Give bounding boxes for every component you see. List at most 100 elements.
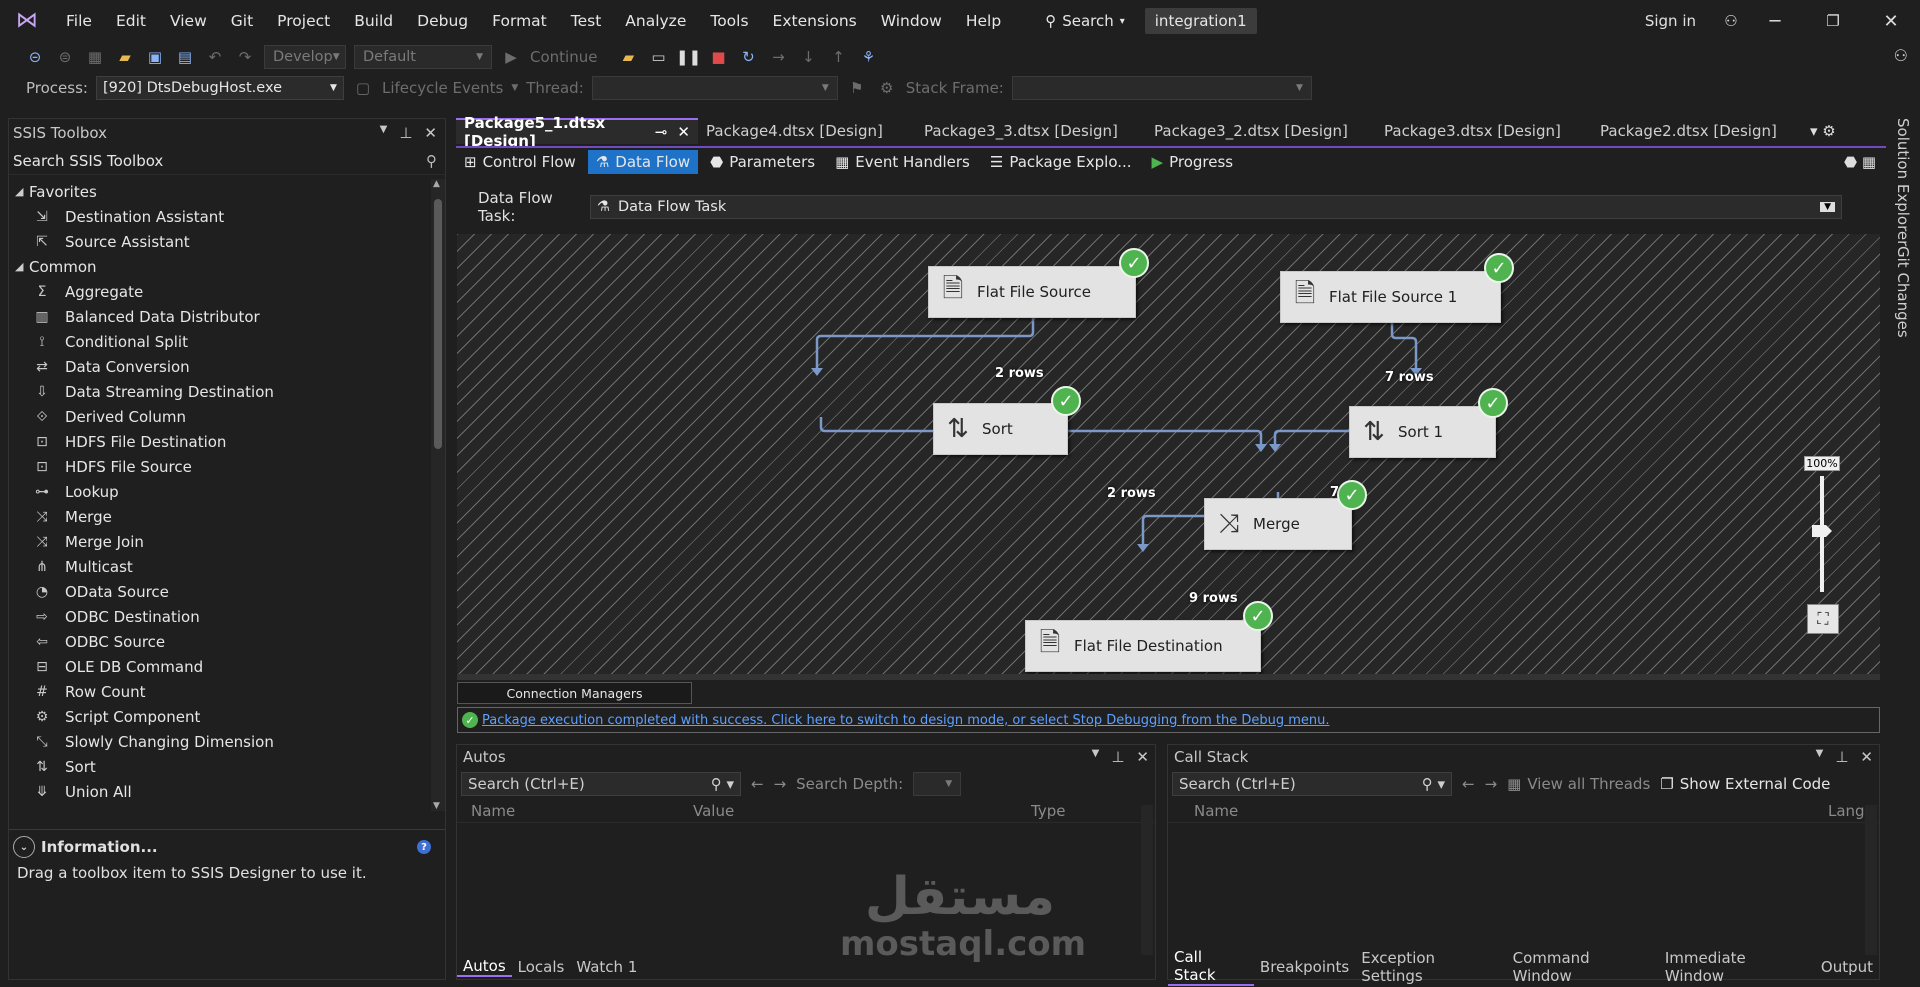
toolbox-item-lookup[interactable]: ⊶ Lookup bbox=[9, 479, 429, 504]
tab-solution-explorer[interactable]: Solution Explorer bbox=[1894, 118, 1912, 246]
zoom-to-fit-icon[interactable]: ⛶ bbox=[1807, 604, 1839, 634]
menu-tools[interactable]: Tools bbox=[698, 12, 760, 30]
search-back-icon[interactable]: ← bbox=[1462, 775, 1475, 793]
pin-icon[interactable]: ⊥ bbox=[1835, 748, 1848, 766]
thread-combo[interactable]: ▼ bbox=[591, 76, 838, 100]
search-forward-icon[interactable]: → bbox=[774, 775, 787, 793]
column-value[interactable]: Value bbox=[687, 802, 1025, 820]
row-count-merge-ffd[interactable]: 9 rows bbox=[1189, 591, 1238, 606]
forward-icon[interactable]: ⊜ bbox=[54, 46, 76, 68]
tab-command-window[interactable]: Command Window bbox=[1507, 949, 1659, 985]
row-count-ffs-sort[interactable]: 2 rows bbox=[995, 366, 1044, 381]
pin-icon[interactable]: ⊸ bbox=[655, 123, 668, 141]
tab-control-flow[interactable]: ⊞ Control Flow bbox=[456, 150, 584, 174]
toolbox-item-data-streaming-destination[interactable]: ⇩ Data Streaming Destination bbox=[9, 379, 429, 404]
tab-breakpoints[interactable]: Breakpoints bbox=[1254, 958, 1355, 976]
column-name[interactable]: Name bbox=[457, 802, 687, 820]
connection-managers-tab[interactable]: Connection Managers bbox=[457, 682, 692, 704]
menu-edit[interactable]: Edit bbox=[104, 12, 158, 30]
toolbox-item-aggregate[interactable]: Σ Aggregate bbox=[9, 279, 429, 304]
process-combo[interactable]: [920] DtsDebugHost.exe ▼ bbox=[95, 76, 344, 100]
close-icon[interactable]: ✕ bbox=[1136, 748, 1149, 766]
toolbox-item-odbc-destination[interactable]: ⇨ ODBC Destination bbox=[9, 604, 429, 629]
redo-icon[interactable]: ↷ bbox=[234, 46, 256, 68]
flag-icon[interactable]: ⚑ bbox=[846, 77, 868, 99]
toolbox-item-source-assistant[interactable]: ⇱ Source Assistant bbox=[9, 229, 429, 254]
row-count-sort1-merge[interactable]: 7 bbox=[1330, 485, 1339, 500]
menu-help[interactable]: Help bbox=[954, 12, 1013, 30]
tab-output[interactable]: Output bbox=[1815, 958, 1879, 976]
column-lang[interactable]: Lang bbox=[1828, 802, 1865, 820]
open-icon[interactable]: ▰ bbox=[114, 46, 136, 68]
tab-immediate-window[interactable]: Immediate Window bbox=[1659, 949, 1815, 985]
menu-file[interactable]: File bbox=[54, 12, 104, 30]
node-flat-file-source[interactable]: 🗎 Flat File Source bbox=[928, 266, 1136, 318]
step-into-icon[interactable]: → bbox=[767, 46, 789, 68]
node-flat-file-destination[interactable]: 🗎 Flat File Destination bbox=[1025, 620, 1261, 672]
continue-icon[interactable]: ▶ bbox=[500, 46, 522, 68]
call-stack-scrollbar[interactable] bbox=[1865, 805, 1877, 955]
toolbox-item-sort[interactable]: ⇅ Sort bbox=[9, 754, 429, 779]
node-sort[interactable]: ⇅ Sort bbox=[933, 403, 1068, 455]
node-merge[interactable]: ⤨ Merge bbox=[1204, 498, 1352, 550]
tab-package3[interactable]: Package3.dtsx [Design] bbox=[1376, 118, 1592, 144]
view-all-threads-button[interactable]: ▦ View all Threads bbox=[1507, 775, 1650, 793]
dropdown-icon[interactable]: ▼ bbox=[380, 124, 388, 142]
node-sort-1[interactable]: ⇅ Sort 1 bbox=[1349, 406, 1496, 458]
undo-icon[interactable]: ↶ bbox=[204, 46, 226, 68]
search-forward-icon[interactable]: → bbox=[1485, 775, 1498, 793]
zoom-slider-thumb[interactable] bbox=[1812, 525, 1832, 537]
toolbox-search[interactable]: Search SSIS Toolbox ⚲ bbox=[9, 147, 445, 175]
pin-icon[interactable]: ⊥ bbox=[1111, 748, 1124, 766]
restore-icon[interactable]: ❐ bbox=[1804, 12, 1862, 30]
close-icon[interactable]: ✕ bbox=[677, 123, 690, 141]
variables-icon[interactable]: ⬣ ▦ bbox=[1844, 153, 1876, 171]
account-icon[interactable]: ⚇ bbox=[1716, 12, 1746, 30]
tab-package5-1[interactable]: Package5_1.dtsx [Design] ⊸ ✕ bbox=[456, 114, 698, 150]
lifecycle-events-button[interactable]: Lifecycle Events bbox=[382, 79, 503, 97]
toolbox-item-derived-column[interactable]: ⟐ Derived Column bbox=[9, 404, 429, 429]
tab-locals[interactable]: Locals bbox=[512, 958, 571, 976]
tab-package-explorer[interactable]: ☰ Package Explo... bbox=[982, 150, 1140, 174]
menu-view[interactable]: View bbox=[158, 12, 219, 30]
configuration-combo[interactable]: Develop ▼ bbox=[264, 45, 346, 69]
toolbox-item-conditional-split[interactable]: ⟟ Conditional Split bbox=[9, 329, 429, 354]
toolbox-item-data-conversion[interactable]: ⇄ Data Conversion bbox=[9, 354, 429, 379]
close-window-icon[interactable]: ✕ bbox=[1862, 11, 1920, 32]
group-common[interactable]: ◢ Common bbox=[9, 254, 429, 279]
breakpoint-options-icon[interactable]: ⚘ bbox=[857, 46, 879, 68]
column-name[interactable]: Name bbox=[1168, 802, 1828, 820]
solution-config-icon[interactable]: ▭ bbox=[647, 46, 669, 68]
tab-package2[interactable]: Package2.dtsx [Design] bbox=[1592, 118, 1802, 144]
column-type[interactable]: Type bbox=[1025, 802, 1065, 820]
toolbox-item-hdfs-file-destination[interactable]: ⊡ HDFS File Destination bbox=[9, 429, 429, 454]
group-favorites[interactable]: ◢ Favorites bbox=[9, 179, 429, 204]
toolbox-item-odata-source[interactable]: ◔ OData Source bbox=[9, 579, 429, 604]
search-back-icon[interactable]: ← bbox=[751, 775, 764, 793]
step-out-icon[interactable]: ↑ bbox=[827, 46, 849, 68]
toolbox-item-merge[interactable]: ⤨ Merge bbox=[9, 504, 429, 529]
toolbox-item-union-all[interactable]: ⤋ Union All bbox=[9, 779, 429, 804]
menu-analyze[interactable]: Analyze bbox=[613, 12, 698, 30]
global-search[interactable]: ⚲ Search ▾ bbox=[1035, 12, 1135, 30]
tab-package3-3[interactable]: Package3_3.dtsx [Design] bbox=[916, 118, 1146, 144]
save-all-icon[interactable]: ▤ bbox=[174, 46, 196, 68]
toolbox-item-row-count[interactable]: # Row Count bbox=[9, 679, 429, 704]
platform-combo[interactable]: Default ▼ bbox=[354, 45, 492, 69]
data-flow-canvas[interactable]: 🗎 Flat File Source ✓ 🗎 Flat File Source 1 … bbox=[457, 234, 1880, 674]
toolbox-item-multicast[interactable]: ⋔ Multicast bbox=[9, 554, 429, 579]
node-flat-file-source-1[interactable]: 🗎 Flat File Source 1 bbox=[1280, 271, 1501, 323]
autos-search-input[interactable]: Search (Ctrl+E) ⚲ ▾ bbox=[461, 772, 741, 796]
back-icon[interactable]: ⊝ bbox=[24, 46, 46, 68]
tab-data-flow[interactable]: ⚗ Data Flow bbox=[587, 150, 699, 174]
toolbox-item-destination-assistant[interactable]: ⇲ Destination Assistant bbox=[9, 204, 429, 229]
pause-icon[interactable]: ❚❚ bbox=[676, 46, 701, 68]
row-count-ffs1-sort1[interactable]: 7 rows bbox=[1385, 370, 1434, 385]
menu-format[interactable]: Format bbox=[480, 12, 559, 30]
tab-package4[interactable]: Package4.dtsx [Design] bbox=[698, 118, 916, 144]
menu-build[interactable]: Build bbox=[342, 12, 405, 30]
tab-autos[interactable]: Autos bbox=[457, 957, 512, 977]
toolbox-search-input[interactable]: Search SSIS Toolbox bbox=[13, 152, 163, 170]
tab-event-handlers[interactable]: ▦ Event Handlers bbox=[827, 150, 978, 174]
dropdown-icon[interactable]: ▼ bbox=[1816, 748, 1824, 766]
